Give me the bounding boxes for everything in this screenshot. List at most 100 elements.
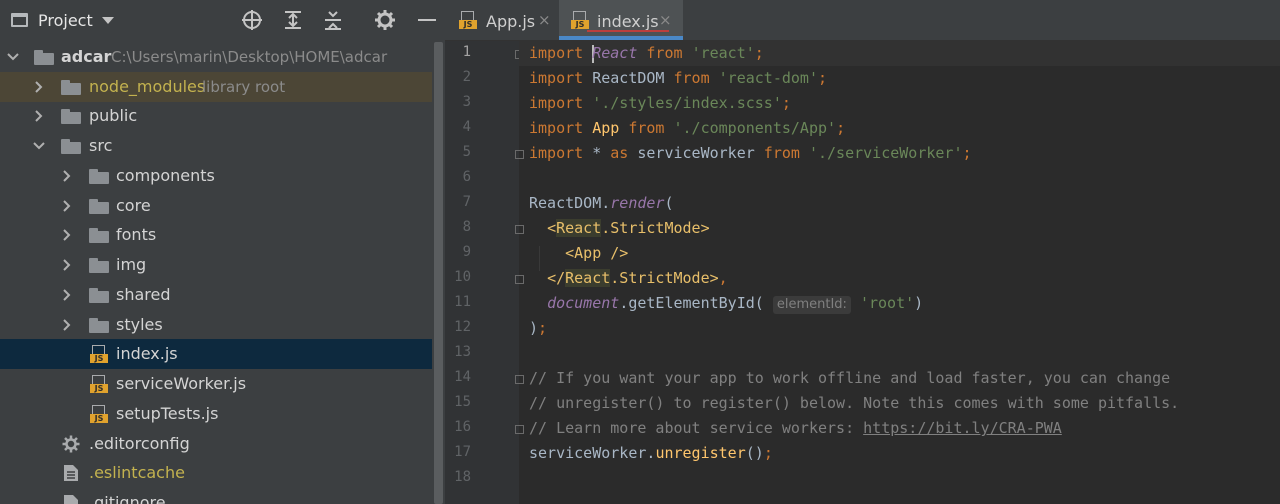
tree-item-index-js[interactable]: JS index.js <box>0 339 432 369</box>
tree-root-adcar[interactable]: adcar C:\Users\marin\Desktop\HOME\adcar <box>0 42 432 72</box>
collapse-all-icon[interactable] <box>322 9 344 31</box>
code-line-16: // Learn more about service workers: htt… <box>529 419 1062 437</box>
parameter-hint: elementId: <box>772 296 851 314</box>
tree-item-label: components <box>116 166 215 185</box>
tree-item-serviceworker-js[interactable]: JS serviceWorker.js <box>0 369 432 399</box>
scrollbar-thumb[interactable] <box>434 42 443 504</box>
line-number: 15 <box>454 394 471 410</box>
code-line-14: // If you want your app to work offline … <box>529 369 1171 387</box>
tree-item-label: .editorconfig <box>89 434 190 453</box>
root-folder-name: adcar <box>61 47 112 66</box>
tree-item-components[interactable]: components <box>0 161 432 191</box>
code-editor[interactable]: 1 2 3 4 5 6 7 8 9 10 11 12 13 14 15 16 1… <box>445 41 1280 504</box>
close-icon[interactable]: × <box>659 11 672 29</box>
tree-item-eslintcache[interactable]: .eslintcache <box>0 458 432 488</box>
chevron-right-icon[interactable] <box>60 318 74 332</box>
chevron-right-icon[interactable] <box>60 288 74 302</box>
js-file-icon: JS <box>90 405 108 423</box>
sidebar-scrollbar[interactable] <box>432 42 445 504</box>
line-number: 3 <box>462 94 471 110</box>
line-number: 14 <box>454 369 471 385</box>
tree-item-styles[interactable]: styles <box>0 310 432 340</box>
expand-all-icon[interactable] <box>282 9 304 31</box>
fold-marker-icon[interactable] <box>515 150 524 159</box>
fold-marker-icon[interactable] <box>515 425 524 434</box>
tree-item-fonts[interactable]: fonts <box>0 220 432 250</box>
line-number: 7 <box>462 194 471 210</box>
tree-item-label: node_modules <box>89 77 206 96</box>
code-line-9: <App /> <box>565 244 629 262</box>
folder-icon <box>61 109 81 124</box>
folder-icon <box>61 80 81 95</box>
tree-item-public[interactable]: public <box>0 101 432 131</box>
tree-item-img[interactable]: img <box>0 250 432 280</box>
gear-icon <box>62 435 80 453</box>
line-number: 1 <box>462 44 471 60</box>
line-number-gutter: 1 2 3 4 5 6 7 8 9 10 11 12 13 14 15 16 1… <box>445 41 519 504</box>
tree-item-label: shared <box>116 285 171 304</box>
line-number: 8 <box>462 219 471 235</box>
line-number: 11 <box>454 294 471 310</box>
tab-label: index.js <box>597 12 659 31</box>
tree-item-src[interactable]: src <box>0 131 432 161</box>
chevron-right-icon[interactable] <box>60 228 74 242</box>
tree-item-node-modules[interactable]: node_modules library root <box>0 72 432 102</box>
line-number: 13 <box>454 344 471 360</box>
tree-item-label: src <box>89 136 113 155</box>
line-number: 4 <box>462 119 471 135</box>
line-number: 17 <box>454 444 471 460</box>
code-line-8: <React.StrictMode> <box>547 219 710 237</box>
code-line-10: </React.StrictMode>, <box>547 269 728 287</box>
fold-marker-icon[interactable] <box>515 375 524 384</box>
js-file-icon: JS <box>459 11 477 29</box>
code-line-5: import * as serviceWorker from './servic… <box>529 144 972 162</box>
line-number: 9 <box>462 244 471 260</box>
fold-marker-icon[interactable] <box>515 275 524 284</box>
code-line-15: // unregister() to register() below. Not… <box>529 394 1180 412</box>
folder-icon <box>89 258 109 273</box>
chevron-down-icon[interactable] <box>6 50 20 64</box>
code-line-3: import './styles/index.scss'; <box>529 94 791 112</box>
text-file-icon <box>64 465 78 481</box>
code-line-17: serviceWorker.unregister(); <box>529 444 773 462</box>
code-line-11: document.getElementById( elementId: 'roo… <box>547 294 924 314</box>
project-view-title[interactable]: Project <box>38 11 93 30</box>
tree-item-shared[interactable]: shared <box>0 280 432 310</box>
chevron-down-icon[interactable] <box>102 17 114 24</box>
tree-item-label: public <box>89 106 138 125</box>
tab-index-js[interactable]: JS index.js × <box>559 0 683 40</box>
folder-icon <box>89 228 109 243</box>
code-link[interactable]: https://bit.ly/CRA-PWA <box>863 419 1062 437</box>
js-file-icon: JS <box>90 375 108 393</box>
tab-app-js[interactable]: JS App.js × <box>445 0 557 40</box>
chevron-right-icon[interactable] <box>32 80 46 94</box>
tree-item-label: .gitignore <box>89 493 166 504</box>
project-panel-header: Project <box>0 0 445 41</box>
folder-icon <box>89 288 109 303</box>
folder-icon <box>89 169 109 184</box>
tree-item-editorconfig[interactable]: .editorconfig <box>0 429 432 459</box>
tree-item-label: setupTests.js <box>116 404 219 423</box>
tree-item-setuptests-js[interactable]: JS setupTests.js <box>0 399 432 429</box>
library-root-note: library root <box>202 78 286 96</box>
fold-marker-icon[interactable] <box>515 225 524 234</box>
chevron-right-icon[interactable] <box>32 109 46 123</box>
chevron-right-icon[interactable] <box>60 258 74 272</box>
gear-icon[interactable] <box>374 9 396 31</box>
locate-file-icon[interactable] <box>241 9 263 31</box>
chevron-right-icon[interactable] <box>60 169 74 183</box>
chevron-right-icon[interactable] <box>60 199 74 213</box>
folder-icon <box>89 318 109 333</box>
chevron-down-icon[interactable] <box>32 139 46 153</box>
active-tab-indicator <box>559 36 683 40</box>
tree-item-label: core <box>116 196 151 215</box>
tree-item-core[interactable]: core <box>0 191 432 221</box>
line-number: 5 <box>462 144 471 160</box>
code-line-7: ReactDOM.render( <box>529 194 674 212</box>
tree-item-label: styles <box>116 315 163 334</box>
minimize-icon[interactable] <box>416 9 438 31</box>
close-icon[interactable]: × <box>538 11 551 29</box>
js-file-icon: JS <box>90 345 108 363</box>
code-line-12: ); <box>529 319 548 337</box>
tree-item-gitignore[interactable]: .gitignore <box>0 488 432 504</box>
